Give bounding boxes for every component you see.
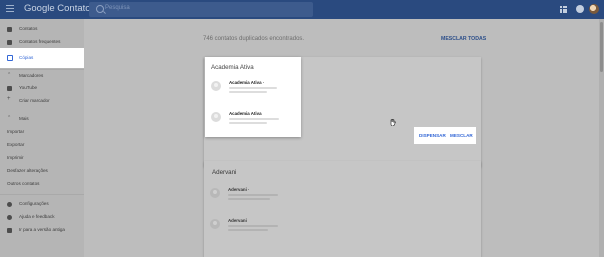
sidebar-item-label: Importar xyxy=(7,129,25,134)
grid-icon xyxy=(7,228,12,233)
history-icon xyxy=(7,40,12,45)
list-item[interactable]: Academia Ativa xyxy=(211,109,295,127)
sidebar: Contatos Contatos frequentes Cópias ⌃ Ma… xyxy=(0,19,84,257)
search-input[interactable]: Pesquisa xyxy=(89,2,313,17)
contact-detail xyxy=(228,198,270,200)
copy-icon xyxy=(7,55,13,61)
sidebar-item-label: Ir para a versão antiga xyxy=(19,227,65,232)
chevron-up-icon: ⌃ xyxy=(7,115,12,121)
sidebar-item-youtube[interactable]: YouTube xyxy=(0,83,84,95)
group-title: Adervani xyxy=(212,169,237,176)
sidebar-item-label: Contatos frequentes xyxy=(19,39,61,44)
list-item[interactable]: Adervani xyxy=(210,216,294,234)
sidebar-item-exportar[interactable]: Exportar xyxy=(0,140,84,152)
app-title[interactable]: Google Contatos xyxy=(24,3,95,14)
hand-cursor-icon xyxy=(390,113,396,127)
contact-detail xyxy=(229,91,267,93)
divider xyxy=(0,194,84,195)
sidebar-item-configuracoes[interactable]: Configurações xyxy=(0,199,84,211)
contact-name: Academia Ativa · xyxy=(229,80,265,85)
contact-detail xyxy=(229,122,267,124)
search-icon[interactable] xyxy=(96,5,104,13)
contact-detail xyxy=(228,225,278,227)
sidebar-item-desfazer[interactable]: Desfazer alterações xyxy=(0,166,84,178)
contact-name: Adervani xyxy=(228,218,247,223)
duplicate-group-popup: Academia Ativa Academia Ativa · Academia… xyxy=(205,57,301,137)
group-actions: DISPENSAR MESCLAR xyxy=(414,127,476,144)
duplicates-summary: 746 contatos duplicados encontrados. xyxy=(203,36,305,42)
sidebar-item-label: Imprimir xyxy=(7,155,24,160)
main-content: 746 contatos duplicados encontrados. MES… xyxy=(84,19,604,257)
sidebar-item-copias[interactable]: Cópias xyxy=(0,48,84,68)
person-icon xyxy=(7,27,12,32)
avatar xyxy=(210,219,220,229)
search-placeholder: Pesquisa xyxy=(105,5,130,11)
sidebar-item-criar-marcador[interactable]: + Criar marcador xyxy=(0,96,84,108)
divider xyxy=(0,69,84,70)
sidebar-item-importar[interactable]: Importar xyxy=(0,127,84,139)
dismiss-button[interactable]: DISPENSAR xyxy=(419,133,446,138)
sidebar-item-label: Mais xyxy=(19,116,29,121)
sidebar-item-imprimir[interactable]: Imprimir xyxy=(0,153,84,165)
sidebar-item-label: Marcadores xyxy=(19,73,44,78)
sidebar-item-marcadores[interactable]: ⌃ Marcadores xyxy=(0,71,84,83)
gear-icon xyxy=(7,202,12,207)
avatar xyxy=(211,81,221,91)
avatar[interactable] xyxy=(589,4,599,14)
menu-icon[interactable] xyxy=(6,5,14,13)
sidebar-item-mais[interactable]: ⌃ Mais xyxy=(0,114,84,126)
list-item[interactable]: Adervani · xyxy=(210,185,294,203)
contact-detail xyxy=(229,118,279,120)
label-icon xyxy=(7,86,12,91)
sidebar-item-label: Outros contatos xyxy=(7,181,40,186)
sidebar-item-label: Cópias xyxy=(19,55,34,60)
contact-detail xyxy=(229,87,277,89)
avatar xyxy=(210,188,220,198)
scrollbar[interactable] xyxy=(599,19,604,257)
top-app-bar: Google Contatos Pesquisa xyxy=(0,0,604,19)
contact-detail xyxy=(228,229,268,231)
sidebar-item-label: Exportar xyxy=(7,142,25,147)
sidebar-item-label: Configurações xyxy=(19,201,49,206)
merge-button[interactable]: MESCLAR xyxy=(450,133,473,138)
sidebar-item-label: Criar marcador xyxy=(19,98,50,103)
sidebar-item-label: Contatos xyxy=(19,26,38,31)
sidebar-item-label: YouTube xyxy=(19,85,38,90)
sidebar-item-versao-antiga[interactable]: Ir para a versão antiga xyxy=(0,225,84,237)
group-title: Academia Ativa xyxy=(211,64,254,71)
sidebar-item-label: Ajuda e feedback xyxy=(19,214,55,219)
plus-icon: + xyxy=(7,96,11,102)
chevron-up-icon: ⌃ xyxy=(7,72,12,78)
duplicate-group-card: Adervani Adervani · Adervani xyxy=(204,161,481,257)
contact-detail xyxy=(228,194,278,196)
contact-name: Adervani · xyxy=(228,187,250,192)
scrollbar-thumb[interactable] xyxy=(600,22,603,72)
sidebar-item-contatos[interactable]: Contatos xyxy=(0,24,84,36)
merge-all-button[interactable]: MESCLAR TODAS xyxy=(441,36,486,42)
notifications-icon[interactable] xyxy=(576,5,584,13)
sidebar-item-ajuda[interactable]: Ajuda e feedback xyxy=(0,212,84,224)
help-icon xyxy=(7,215,12,220)
list-item[interactable]: Academia Ativa · xyxy=(211,78,295,96)
apps-grid-icon[interactable] xyxy=(560,6,567,13)
contact-name: Academia Ativa xyxy=(229,111,262,116)
avatar xyxy=(211,112,221,122)
sidebar-item-outros[interactable]: Outros contatos xyxy=(0,179,84,191)
sidebar-item-label: Desfazer alterações xyxy=(7,168,48,173)
